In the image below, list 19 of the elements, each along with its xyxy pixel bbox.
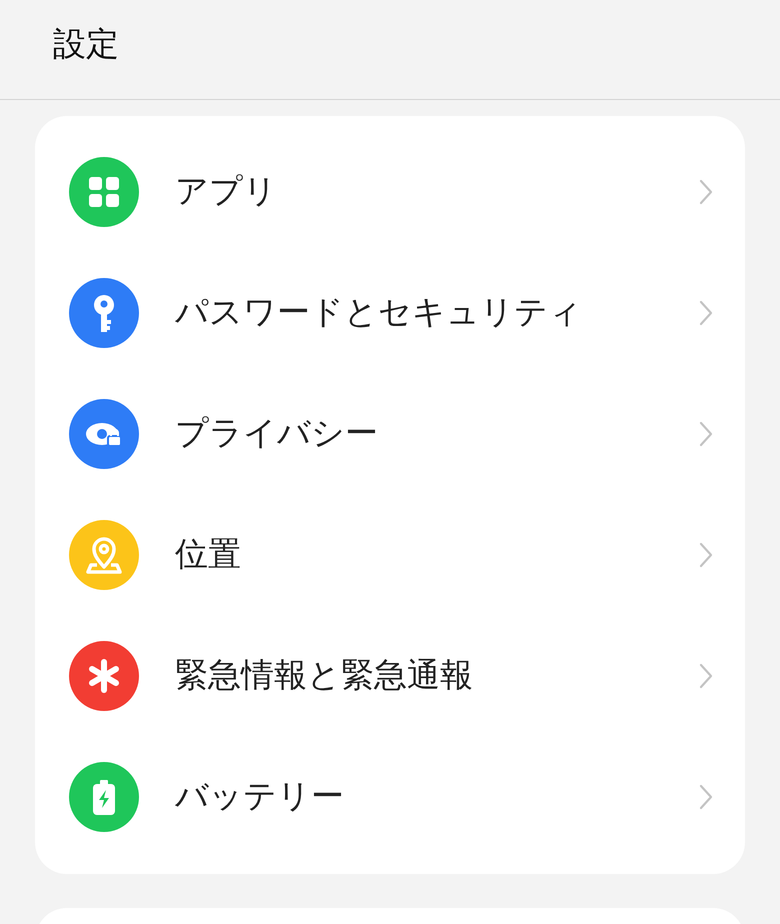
chevron-icon — [699, 300, 713, 326]
settings-item[interactable]: 緊急情報と緊急通報 — [35, 615, 745, 736]
settings-item[interactable]: プライバシー — [35, 373, 745, 494]
chevron-icon — [699, 784, 713, 810]
item-label: アプリ — [175, 170, 278, 212]
item-label: 位置 — [175, 533, 242, 575]
page-title: 設定 — [53, 23, 119, 65]
item-label: 緊急情報と緊急通報 — [175, 654, 474, 696]
chevron-icon — [699, 662, 713, 688]
chevron-icon — [699, 542, 713, 568]
item-label: プライバシー — [175, 412, 379, 454]
settings-item[interactable]: パスワードとセキュリティ — [35, 252, 745, 373]
settings-item[interactable]: 位置 — [35, 494, 745, 615]
item-label: パスワードとセキュリティ — [175, 291, 583, 333]
settings-item[interactable]: アプリ — [35, 131, 745, 252]
item-label: バッテリー — [175, 775, 345, 817]
chevron-icon — [699, 420, 713, 446]
settings-item[interactable]: バッテリー — [35, 736, 745, 857]
chevron-icon — [699, 178, 713, 204]
